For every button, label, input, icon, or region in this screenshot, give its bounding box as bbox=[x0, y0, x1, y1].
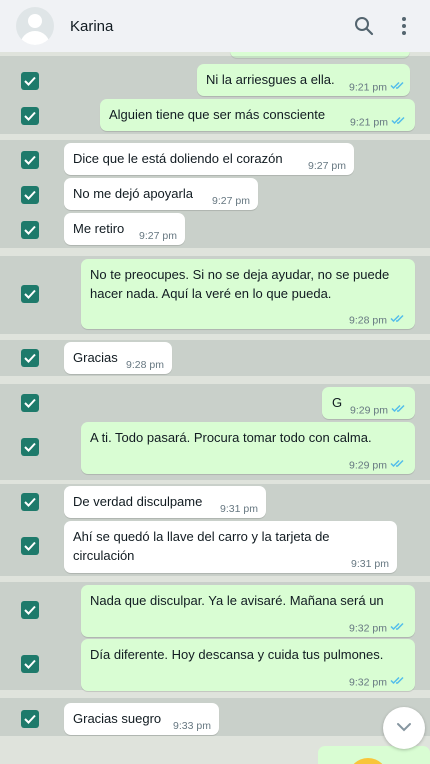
message-text: Gracias bbox=[73, 350, 118, 365]
read-ticks-icon bbox=[391, 113, 406, 132]
message-text: No me dejó apoyarla bbox=[73, 186, 193, 201]
message-time: 9:31 pm bbox=[220, 503, 258, 515]
message-bubble-outgoing[interactable]: No te preocupes. Si no se deja ayudar, n… bbox=[81, 259, 415, 329]
select-checkbox[interactable] bbox=[21, 285, 39, 303]
message-time: 9:31 pm bbox=[351, 558, 389, 570]
message-bubble-incoming[interactable]: Gracias suegro 9:33 pm bbox=[64, 703, 219, 735]
message-time: 9:27 pm bbox=[212, 195, 250, 207]
message-text: Ahí se quedó la llave del carro y la tar… bbox=[73, 529, 330, 563]
message-text: Nada que disculpar. Ya le avisaré. Mañan… bbox=[90, 593, 384, 608]
select-checkbox[interactable] bbox=[21, 655, 39, 673]
message-text: Gracias suegro bbox=[73, 711, 162, 726]
message-text: Me retiro bbox=[73, 221, 125, 236]
message-text: Dice que le está doliendo el corazón bbox=[73, 151, 283, 166]
message-bubble-incoming[interactable]: No me dejó apoyarla 9:27 pm bbox=[64, 178, 258, 210]
avatar-body-shape bbox=[20, 31, 50, 45]
message-list[interactable]: Ni la arriesgues a ella. 9:21 pm Alguien… bbox=[0, 52, 430, 764]
read-ticks-icon bbox=[390, 311, 405, 330]
avatar-head-shape bbox=[28, 14, 42, 28]
message-text: Día diferente. Hoy descansa y cuida tus … bbox=[90, 647, 384, 662]
contact-name[interactable]: Karina bbox=[70, 18, 113, 35]
message-time: 9:28 pm bbox=[349, 314, 387, 327]
message-time: 9:29 pm bbox=[350, 404, 388, 417]
message-time: 9:21 pm bbox=[350, 116, 388, 129]
select-checkbox[interactable] bbox=[21, 710, 39, 728]
message-time: 9:28 pm bbox=[126, 359, 164, 371]
message-bubble-incoming[interactable]: Dice que le está doliendo el corazón 9:2… bbox=[64, 143, 354, 175]
message-text: No te preocupes. Si no se deja ayudar, n… bbox=[90, 267, 390, 301]
message-text: Alguien tiene que ser más consciente bbox=[109, 107, 326, 122]
chat-header: Karina bbox=[0, 0, 430, 52]
message-time: 9:27 pm bbox=[308, 160, 346, 172]
message-bubble-outgoing[interactable]: Día diferente. Hoy descansa y cuida tus … bbox=[81, 639, 415, 691]
message-text: Ni la arriesgues a ella. bbox=[206, 72, 335, 87]
message-time: 9:21 pm bbox=[349, 81, 387, 94]
read-ticks-icon bbox=[390, 456, 405, 475]
read-ticks-icon bbox=[390, 78, 405, 97]
select-checkbox[interactable] bbox=[21, 349, 39, 367]
select-checkbox[interactable] bbox=[21, 221, 39, 239]
chevron-down-icon bbox=[396, 719, 412, 737]
select-checkbox[interactable] bbox=[21, 186, 39, 204]
message-bubble-outgoing[interactable]: Alguien tiene que ser más consciente 9:2… bbox=[100, 99, 415, 131]
select-checkbox[interactable] bbox=[21, 438, 39, 456]
select-checkbox[interactable] bbox=[21, 537, 39, 555]
message-bubble-incoming[interactable]: Ahí se quedó la llave del carro y la tar… bbox=[64, 521, 397, 573]
read-ticks-icon bbox=[390, 673, 405, 692]
select-checkbox[interactable] bbox=[21, 107, 39, 125]
message-time: 9:27 pm bbox=[139, 230, 177, 242]
select-checkbox[interactable] bbox=[21, 72, 39, 90]
message-bubble-outgoing[interactable]: A ti. Todo pasará. Procura tomar todo co… bbox=[81, 422, 415, 474]
read-ticks-icon bbox=[390, 619, 405, 638]
message-bubble-outgoing[interactable]: Ni la arriesgues a ella. 9:21 pm bbox=[197, 64, 410, 96]
message-time: 9:32 pm bbox=[349, 676, 387, 689]
message-time: 9:32 pm bbox=[349, 622, 387, 635]
message-text: G bbox=[332, 395, 343, 410]
message-time: 9:29 pm bbox=[349, 459, 387, 472]
contact-avatar[interactable] bbox=[16, 7, 54, 45]
select-checkbox[interactable] bbox=[21, 601, 39, 619]
message-bubble-incoming[interactable]: Me retiro 9:27 pm bbox=[64, 213, 185, 245]
message-bubble-incoming[interactable]: Gracias 9:28 pm bbox=[64, 342, 172, 374]
message-bubble-incoming[interactable]: De verdad disculpame 9:31 pm bbox=[64, 486, 266, 518]
select-checkbox[interactable] bbox=[21, 493, 39, 511]
message-bubble-outgoing[interactable]: Nada que disculpar. Ya le avisaré. Mañan… bbox=[81, 585, 415, 637]
message-text: De verdad disculpame bbox=[73, 494, 203, 509]
read-ticks-icon bbox=[391, 401, 406, 420]
scroll-to-bottom-button[interactable] bbox=[383, 707, 425, 749]
select-checkbox[interactable] bbox=[21, 151, 39, 169]
message-text: A ti. Todo pasará. Procura tomar todo co… bbox=[90, 430, 372, 445]
message-bubble-outgoing[interactable]: G 9:29 pm bbox=[322, 387, 415, 419]
menu-dots-icon[interactable] bbox=[384, 6, 424, 46]
header-actions bbox=[344, 6, 430, 46]
message-time: 9:33 pm bbox=[173, 720, 211, 732]
select-checkbox[interactable] bbox=[21, 394, 39, 412]
search-icon[interactable] bbox=[344, 6, 384, 46]
